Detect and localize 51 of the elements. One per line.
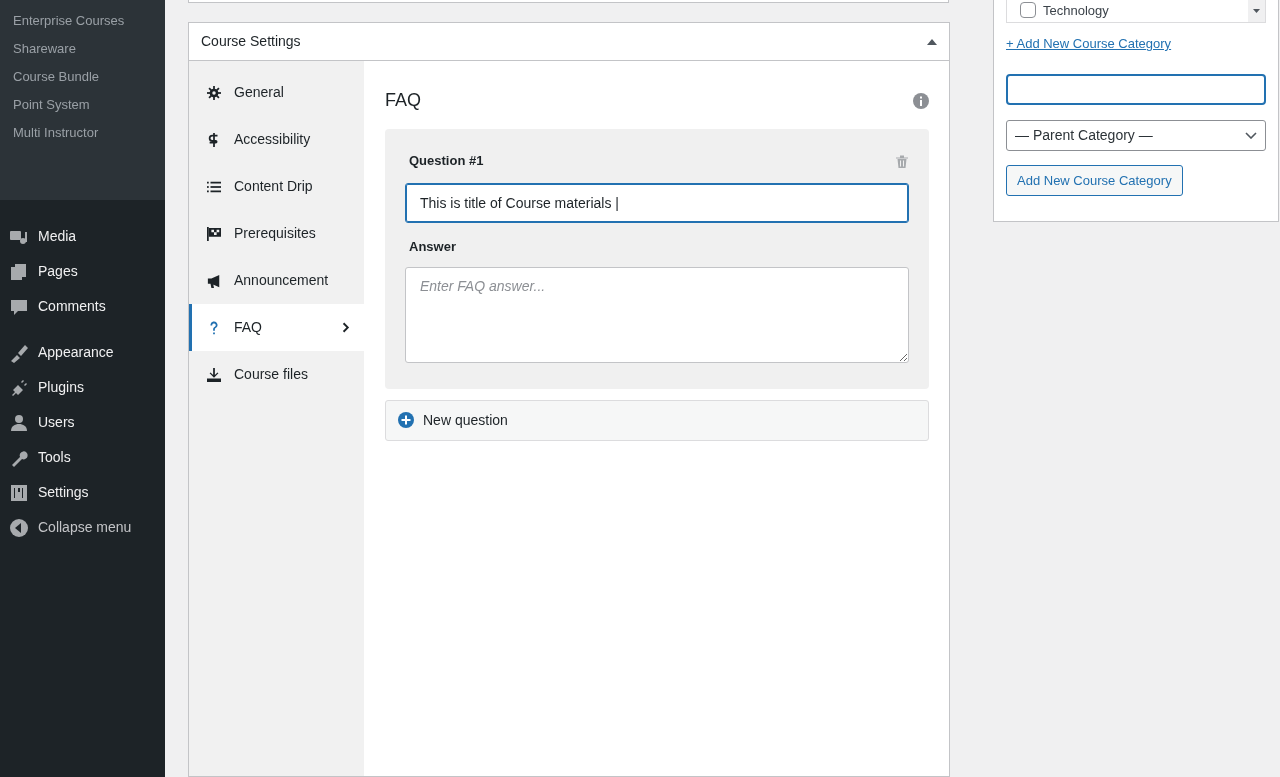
user-icon xyxy=(9,412,29,433)
plus-circle-icon xyxy=(398,412,414,428)
collapse-icon xyxy=(9,517,29,538)
field-label: Answer xyxy=(408,238,457,256)
add-category-button[interactable]: Add New Course Category xyxy=(1006,165,1183,196)
submenu-link[interactable]: Multi Instructor xyxy=(0,119,165,147)
checkbox[interactable] xyxy=(1020,2,1036,19)
trash-icon xyxy=(895,154,909,170)
settings-tab[interactable]: Accessibility xyxy=(189,116,364,163)
download-icon xyxy=(207,367,221,382)
gear-icon xyxy=(207,85,221,100)
checkbox-label: Technology xyxy=(1043,1,1109,20)
category-name-input[interactable] xyxy=(1006,74,1266,105)
menu-item[interactable]: Comments xyxy=(0,289,165,324)
paintbrush-icon xyxy=(9,342,29,363)
question-input[interactable]: This is title of Course materials | xyxy=(405,183,909,223)
settings-tab[interactable]: General xyxy=(189,69,364,116)
settings-tab[interactable]: FAQ xyxy=(189,304,364,351)
checkered-flag-icon xyxy=(207,226,221,241)
pages-icon xyxy=(9,261,29,282)
collapse-menu-button[interactable]: Collapse menu xyxy=(0,510,165,545)
sliders-icon xyxy=(9,482,29,503)
settings-tab[interactable]: Prerequisites xyxy=(189,210,364,257)
submenu-link[interactable]: Course Bundle xyxy=(0,63,165,91)
new-question-button[interactable]: New question xyxy=(385,399,929,441)
chevron-down-icon xyxy=(1245,132,1257,139)
megaphone-icon xyxy=(207,273,221,288)
parent-category-select[interactable]: — Parent Category — xyxy=(1006,120,1266,151)
menu-item[interactable]: Users xyxy=(0,405,165,440)
settings-tab[interactable]: Course files xyxy=(189,351,364,398)
submenu-link[interactable]: Point System xyxy=(0,91,165,119)
submenu-link[interactable]: Enterprise Courses xyxy=(0,7,165,35)
menu-item[interactable]: Pages xyxy=(0,254,165,289)
menu-item[interactable]: Settings xyxy=(0,475,165,510)
submenu-link[interactable]: Shareware xyxy=(0,35,165,63)
menu-item[interactable]: Media xyxy=(0,219,165,254)
menu-item[interactable]: Appearance xyxy=(0,335,165,370)
menu-item[interactable]: Plugins xyxy=(0,370,165,405)
info-icon xyxy=(913,92,929,109)
list-icon xyxy=(207,179,221,194)
panel-title: Course Settings xyxy=(201,32,301,51)
chevron-right-icon xyxy=(342,322,350,333)
field-label: Question #1 xyxy=(409,152,484,171)
section-title: FAQ xyxy=(385,89,421,112)
dollar-icon xyxy=(207,132,221,147)
scroll-arrow-icon xyxy=(1253,9,1260,13)
settings-tab[interactable]: Announcement xyxy=(189,257,364,304)
menu-item[interactable]: Tools xyxy=(0,440,165,475)
add-category-link[interactable]: + Add New Course Category xyxy=(1006,34,1172,54)
settings-tab[interactable]: Content Drip xyxy=(189,163,364,210)
answer-textarea[interactable]: Enter FAQ answer... xyxy=(405,266,909,363)
